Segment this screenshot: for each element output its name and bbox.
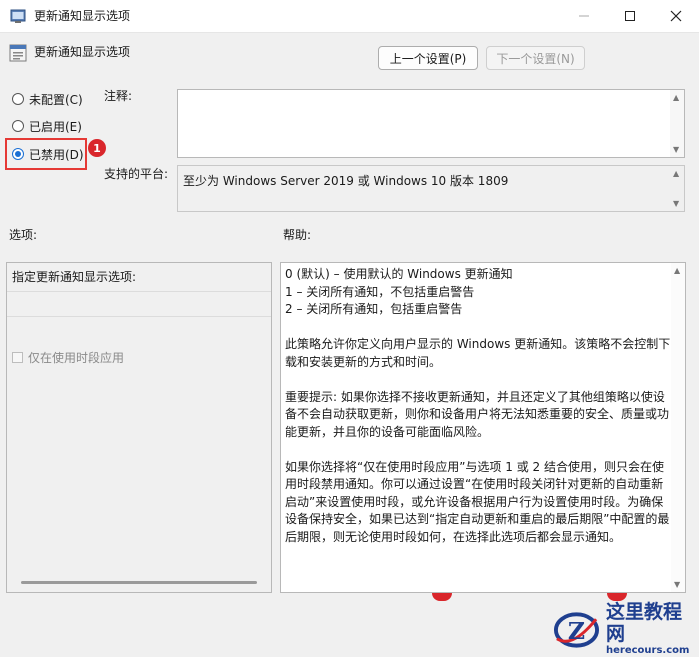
comment-label: 注释: xyxy=(104,89,133,103)
help-paragraph: 此策略允许你定义向用户显示的 Windows 更新通知。该策略不会控制下载和安装… xyxy=(285,337,671,369)
next-setting-button[interactable]: 下一个设置(N) xyxy=(486,46,585,70)
active-hours-checkbox[interactable] xyxy=(12,352,23,363)
platform-value: 至少为 Windows Server 2019 或 Windows 10 版本 … xyxy=(183,174,509,188)
help-paragraph: 如果你选择将“仅在使用时段应用”与选项 1 或 2 结合使用，则只会在使用时段禁… xyxy=(285,459,670,544)
policy-app-icon xyxy=(10,9,26,23)
options-horizontal-scrollbar[interactable] xyxy=(21,581,257,584)
help-paragraph: 重要提示: 如果你选择不接收更新通知，并且还定义了其他组策略以使设备不会自动获取… xyxy=(285,389,670,439)
site-logo-letter: Z xyxy=(568,617,585,645)
active-hours-checkbox-label: 仅在使用时段应用 xyxy=(28,351,125,365)
active-hours-checkbox-row[interactable]: 仅在使用时段应用 xyxy=(12,349,124,366)
site-name: 这里教程网 xyxy=(605,601,682,645)
help-line: 1 – 关闭所有通知，不包括重启警告 xyxy=(285,284,475,299)
help-line: 0 (默认) – 使用默认的 Windows 更新通知 xyxy=(285,267,513,281)
maximize-button[interactable] xyxy=(607,0,653,32)
options-separator xyxy=(7,291,271,317)
previous-setting-button[interactable]: 上一个设置(P) xyxy=(378,46,478,70)
help-text: 0 (默认) – 使用默认的 Windows 更新通知 1 – 关闭所有通知，不… xyxy=(285,266,673,564)
close-icon xyxy=(670,10,682,22)
help-line: 2 – 关闭所有通知，包括重启警告 xyxy=(285,302,463,316)
platform-field: 至少为 Windows Server 2019 或 Windows 10 版本 … xyxy=(177,165,685,212)
options-heading: 指定更新通知显示选项: xyxy=(12,270,137,284)
setting-icon xyxy=(9,44,27,62)
comment-scrollbar[interactable]: ▲ ▼ xyxy=(670,90,684,157)
options-panel: 指定更新通知显示选项: 仅在使用时段应用 xyxy=(6,262,272,593)
radio-enabled[interactable]: 已启用(E) xyxy=(12,117,82,135)
setting-title: 更新通知显示选项 xyxy=(34,45,131,59)
window-title: 更新通知显示选项 xyxy=(34,9,131,23)
minimize-icon xyxy=(579,15,589,17)
radio-label-enabled: 已启用(E) xyxy=(29,119,82,134)
help-panel: 0 (默认) – 使用默认的 Windows 更新通知 1 – 关闭所有通知，不… xyxy=(280,262,686,593)
scroll-up-icon[interactable]: ▲ xyxy=(673,93,679,102)
help-section-label: 帮助: xyxy=(283,228,312,242)
scroll-up-icon[interactable]: ▲ xyxy=(674,266,680,275)
platform-label: 支持的平台: xyxy=(104,167,169,181)
site-watermark: Z 这里教程网 herecours.com xyxy=(553,601,699,657)
options-section-label: 选项: xyxy=(9,228,38,242)
site-logo-icon: Z xyxy=(553,612,600,648)
radio-circle-not-configured[interactable] xyxy=(12,93,24,105)
title-bar: 更新通知显示选项 xyxy=(0,0,699,33)
platform-scrollbar[interactable]: ▲ ▼ xyxy=(670,166,684,211)
scroll-up-icon[interactable]: ▲ xyxy=(673,169,679,178)
scroll-down-icon[interactable]: ▼ xyxy=(674,580,680,589)
scroll-down-icon[interactable]: ▼ xyxy=(673,145,679,154)
annotation-marker-partial xyxy=(432,593,452,601)
close-button[interactable] xyxy=(653,0,699,32)
scroll-down-icon[interactable]: ▼ xyxy=(673,199,679,208)
disabled-option-highlight xyxy=(5,138,87,170)
radio-circle-enabled[interactable] xyxy=(12,120,24,132)
annotation-marker-partial xyxy=(607,593,627,601)
radio-not-configured[interactable]: 未配置(C) xyxy=(12,90,83,108)
comment-textarea[interactable]: ▲ ▼ xyxy=(177,89,685,158)
maximize-icon xyxy=(625,11,635,21)
minimize-button[interactable] xyxy=(561,0,607,32)
help-scrollbar[interactable]: ▲ ▼ xyxy=(671,263,685,592)
annotation-badge: 1 xyxy=(88,139,106,157)
radio-label-not-configured: 未配置(C) xyxy=(29,92,83,107)
